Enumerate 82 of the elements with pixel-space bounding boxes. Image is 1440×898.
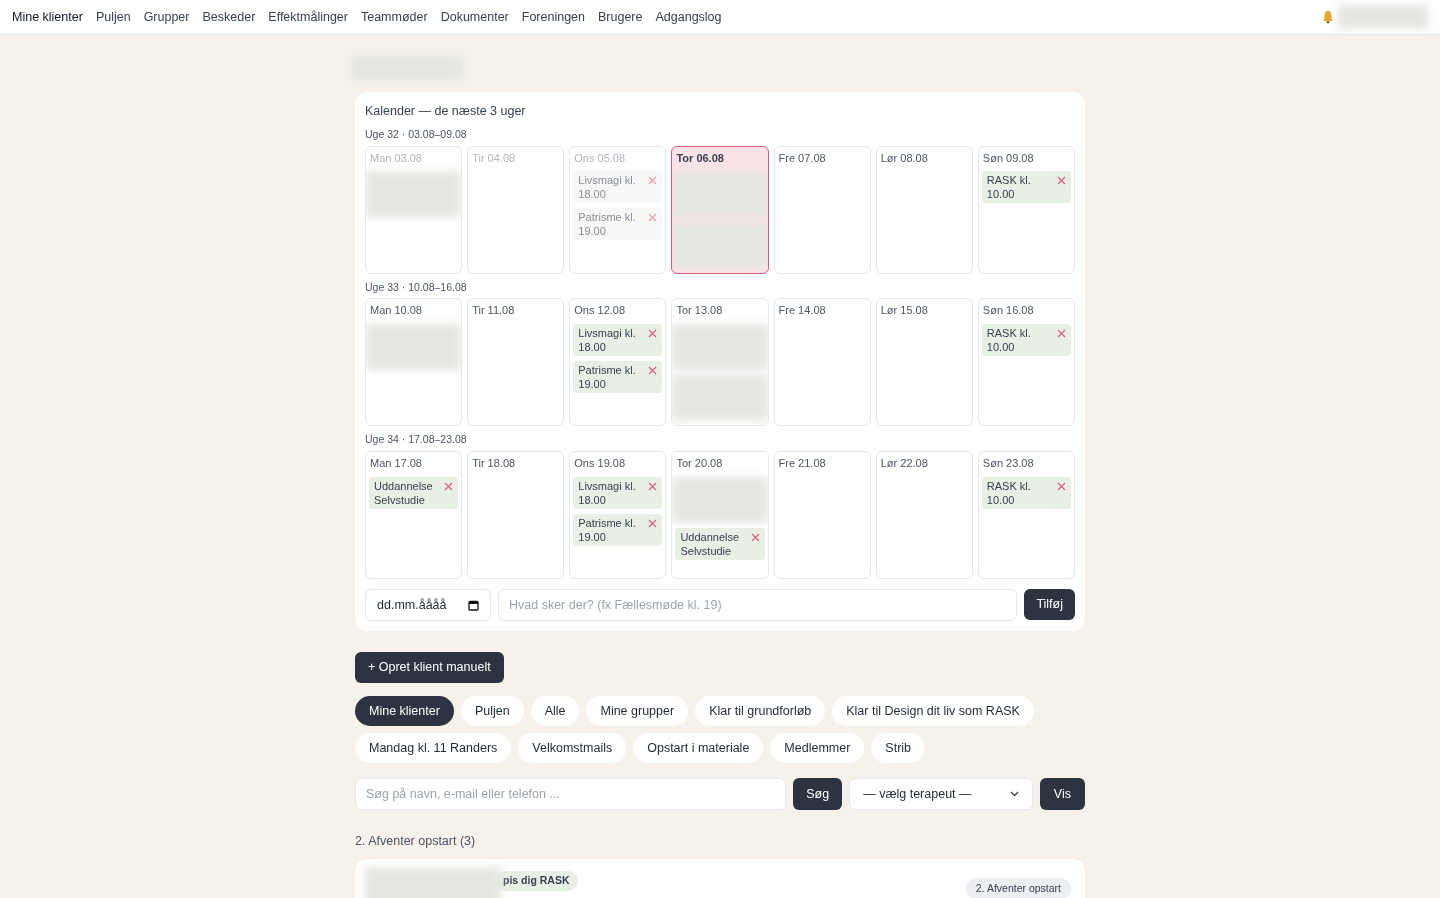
day-label: Søn 16.08	[981, 303, 1035, 319]
close-icon[interactable]	[648, 518, 658, 528]
day-label: Fre 21.08	[777, 456, 827, 471]
bell-icon[interactable]	[1322, 10, 1334, 24]
date-field[interactable]: dd.mm.åååå	[365, 589, 491, 621]
nav-link[interactable]: Brugere	[598, 7, 643, 27]
day-label: Fre 14.08	[777, 303, 827, 319]
day-label: Man 10.08	[369, 303, 423, 319]
day-label: Tir 11.08	[471, 303, 516, 319]
filter-chip[interactable]: Medlemmer	[770, 733, 865, 763]
create-client-button[interactable]: + Opret klient manuelt	[355, 652, 504, 683]
filter-chip[interactable]: Strib	[871, 733, 926, 763]
close-icon[interactable]	[1057, 328, 1066, 338]
nav-link[interactable]: Teammøder	[360, 7, 428, 27]
day-label: Ons 12.08	[573, 303, 627, 319]
week-label: Uge 34 · 17.08–23.08	[365, 432, 468, 448]
day-label: Ons 05.08	[573, 150, 627, 166]
nav-link[interactable]: Beskeder	[202, 7, 256, 27]
close-icon[interactable]	[648, 176, 658, 185]
event-title: Uddannelse Selvstudie	[680, 529, 741, 558]
filter-chip[interactable]: Mine klienter	[355, 696, 454, 726]
day-label: Man 03.08	[369, 150, 423, 166]
search-button[interactable]: Søg	[793, 778, 843, 810]
filter-chip[interactable]: Alle	[530, 696, 580, 726]
event-title: Patrisme kl. 19.00	[578, 210, 637, 238]
close-icon[interactable]	[444, 481, 454, 491]
chevron-down-icon	[1009, 791, 1019, 797]
show-button[interactable]: Vis	[1039, 778, 1085, 810]
day-label: Tor 20.08	[675, 456, 724, 471]
day-label: Tir 04.08	[471, 150, 517, 166]
week-label: Uge 32 · 03.08–09.08	[365, 126, 468, 142]
filter-chip[interactable]: Velkomstmails	[518, 733, 627, 763]
therapist-select[interactable]: — vælg terapeut —	[849, 778, 1033, 810]
day-label: Fre 07.08	[777, 150, 827, 166]
close-icon[interactable]	[648, 481, 658, 491]
nav-link[interactable]: Dokumenter	[440, 7, 509, 27]
event-title: Patrisme kl. 19.00	[578, 515, 637, 544]
event-title: Livsmagi kl. 18.00	[578, 173, 637, 201]
close-icon[interactable]	[1057, 176, 1066, 185]
filter-chip[interactable]: Mandag kl. 11 Randers	[355, 733, 512, 763]
day-label: Lør 22.08	[879, 456, 929, 471]
client-card[interactable]: pis dig RASK 2. Afventer opstart	[355, 858, 1085, 898]
day-label: Tor 06.08	[675, 150, 725, 166]
search-field[interactable]: Søg på navn, e-mail eller telefon ...	[355, 778, 787, 810]
close-icon[interactable]	[750, 532, 760, 542]
day-label: Lør 15.08	[879, 303, 929, 319]
event-title: RASK kl. 10.00	[986, 478, 1032, 507]
filter-chip[interactable]: Klar til Design dit liv som RASK	[832, 696, 1034, 726]
event-input-field[interactable]: Hvad sker der? (fx Fællesmøde kl. 19)	[498, 589, 1018, 621]
close-icon[interactable]	[648, 365, 658, 375]
event-title: Livsmagi kl. 18.00	[578, 325, 637, 354]
event-title: RASK kl. 10.00	[986, 325, 1032, 354]
event-title: Livsmagi kl. 18.00	[578, 478, 637, 507]
close-icon[interactable]	[648, 328, 658, 338]
week-label: Uge 33 · 10.08–16.08	[365, 279, 468, 295]
day-label: Lør 08.08	[879, 150, 929, 166]
add-button[interactable]: Tilføj	[1024, 589, 1075, 620]
event-title: Patrisme kl. 19.00	[578, 362, 637, 391]
nav-link[interactable]: Mine klienter	[12, 7, 83, 27]
day-label: Ons 19.08	[573, 456, 627, 471]
event-title: Uddannelse Selvstudie	[374, 478, 434, 507]
filter-chip[interactable]: Klar til grundforløb	[695, 696, 826, 726]
calendar-icon[interactable]	[468, 599, 479, 611]
event-title: RASK kl. 10.00	[986, 173, 1032, 201]
nav-link[interactable]: Adgangslog	[655, 7, 722, 27]
close-icon[interactable]	[1057, 481, 1066, 491]
section-title: 2. Afventer opstart (3)	[355, 833, 477, 850]
calendar-title: Kalender — de næste 3 uger	[365, 103, 527, 120]
filter-chip[interactable]: Opstart i materiale	[633, 733, 764, 763]
nav-link[interactable]: Puljen	[95, 7, 131, 27]
nav-link[interactable]: Effektmålinger	[268, 7, 348, 27]
nav-link[interactable]: Foreningen	[521, 7, 585, 27]
day-label: Søn 23.08	[981, 456, 1035, 471]
filter-chip[interactable]: Puljen	[460, 696, 524, 726]
nav-link[interactable]: Grupper	[143, 7, 190, 27]
day-label: Søn 09.08	[981, 150, 1035, 166]
status-badge: 2. Afventer opstart	[965, 877, 1071, 898]
close-icon[interactable]	[648, 213, 658, 222]
day-label: Tir 18.08	[471, 456, 517, 471]
day-label: Man 17.08	[369, 456, 423, 471]
day-label: Tor 13.08	[675, 303, 724, 319]
filter-chip[interactable]: Mine grupper	[586, 696, 689, 726]
